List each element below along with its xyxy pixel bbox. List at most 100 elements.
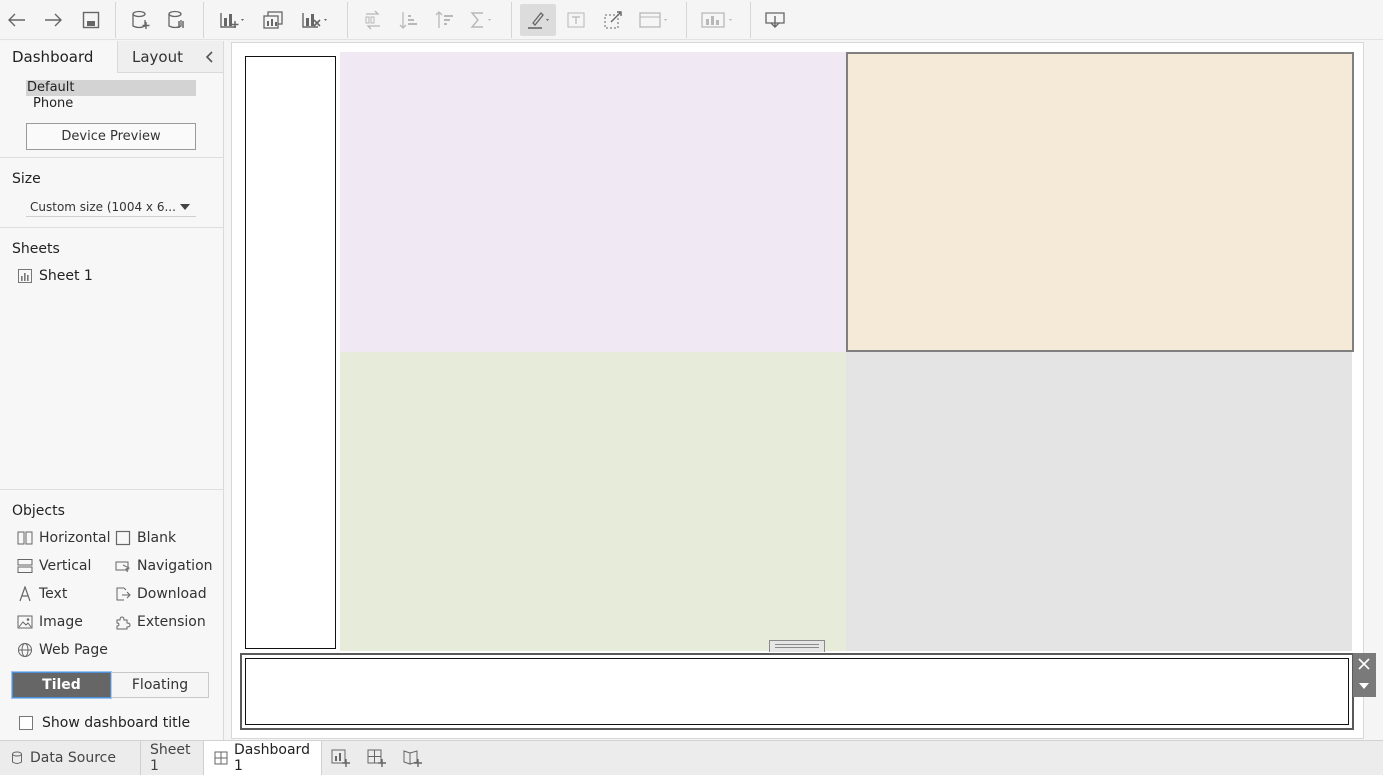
present-icon[interactable] (762, 4, 788, 36)
object-image[interactable]: Image (17, 612, 83, 632)
object-label: Text (39, 586, 68, 602)
text-icon (17, 586, 33, 602)
panel-tabs: Dashboard Layout (0, 41, 223, 73)
object-label: Image (39, 614, 83, 630)
web-page-icon (17, 642, 33, 658)
undo-icon[interactable] (4, 4, 30, 36)
object-blank[interactable]: Blank (115, 528, 176, 548)
database-icon (10, 751, 24, 765)
object-label: Blank (137, 530, 177, 546)
show-dashboard-title-label: Show dashboard title (42, 715, 191, 731)
sheets-heading: Sheets (12, 241, 60, 257)
fix-axes-icon[interactable] (600, 4, 626, 36)
collapse-panel-icon[interactable] (202, 49, 218, 65)
tab-data-source[interactable]: Data Source (0, 741, 140, 775)
extension-icon (115, 614, 131, 630)
objects-heading: Objects (12, 503, 65, 519)
tile-bottom-left[interactable] (340, 352, 846, 651)
toolbar-separator (686, 2, 687, 38)
swap-icon[interactable] (360, 4, 386, 36)
new-worksheet-tab-icon[interactable] (331, 749, 351, 767)
object-download[interactable]: Download (115, 584, 207, 604)
dashboard-panel: Dashboard Layout Default Phone Device Pr… (0, 41, 224, 740)
sort-ascending-icon[interactable] (396, 4, 422, 36)
object-label: Horizontal (39, 530, 111, 546)
new-dashboard-tab-icon[interactable] (367, 749, 387, 767)
tile-top-right[interactable] (846, 52, 1354, 352)
tiled-toggle[interactable]: Tiled (12, 672, 111, 698)
new-story-tab-icon[interactable] (403, 749, 423, 767)
horizontal-container-icon (17, 530, 33, 546)
section-divider (0, 227, 223, 228)
highlight-icon[interactable] (520, 4, 556, 36)
new-worksheet-icon[interactable] (216, 4, 248, 36)
object-extension[interactable]: Extension (115, 612, 206, 632)
object-label: Navigation (137, 558, 213, 574)
show-dashboard-title-row[interactable]: Show dashboard title (19, 714, 190, 732)
totals-icon[interactable] (468, 4, 496, 36)
object-horizontal[interactable]: Horizontal (17, 528, 110, 548)
show-dashboard-title-checkbox[interactable] (19, 716, 33, 730)
caret-down-icon (180, 204, 190, 210)
device-preview-button[interactable]: Device Preview (26, 123, 196, 150)
object-text[interactable]: Text (17, 584, 67, 604)
image-icon (17, 614, 33, 630)
labels-icon[interactable] (564, 4, 588, 36)
dashboard-icon (214, 751, 228, 765)
vertical-container-icon (17, 558, 33, 574)
floating-toggle[interactable]: Floating (111, 672, 209, 698)
blank-icon (115, 530, 131, 546)
tab-label: Data Source (30, 750, 116, 766)
redo-icon[interactable] (40, 4, 66, 36)
sort-descending-icon[interactable] (432, 4, 458, 36)
tab-label: Dashboard 1 (234, 742, 310, 774)
toolbar-separator (115, 2, 116, 38)
download-icon (115, 586, 131, 602)
toolbar-separator (511, 2, 512, 38)
size-heading: Size (12, 171, 41, 187)
object-label: Download (137, 586, 207, 602)
toolbar-separator (750, 2, 751, 38)
object-label: Web Page (39, 642, 108, 658)
container-inner-border (245, 658, 1349, 725)
pause-updates-icon[interactable] (164, 4, 190, 36)
toolbar (0, 0, 1383, 40)
close-icon[interactable] (1357, 657, 1371, 671)
device-default[interactable]: Default (26, 80, 196, 96)
drag-handle[interactable] (769, 640, 825, 652)
section-divider (0, 157, 223, 158)
selected-container[interactable] (240, 653, 1354, 730)
size-dropdown-value: Custom size (1004 x 6... (30, 200, 176, 214)
new-data-source-icon[interactable] (128, 4, 154, 36)
size-dropdown[interactable]: Custom size (1004 x 6... (26, 197, 196, 217)
sheet-item-sheet-1[interactable]: Sheet 1 (18, 267, 93, 285)
tile-bottom-right[interactable] (846, 352, 1352, 651)
tile-top-left[interactable] (340, 52, 846, 352)
sheet-item-label: Sheet 1 (39, 268, 93, 284)
tab-label: Sheet 1 (150, 742, 191, 774)
more-options-icon[interactable] (1358, 680, 1370, 690)
show-me-icon[interactable] (698, 4, 738, 36)
save-icon[interactable] (78, 4, 104, 36)
worksheet-icon (18, 269, 32, 283)
object-navigation[interactable]: Navigation (115, 556, 213, 576)
object-label: Extension (137, 614, 206, 630)
device-phone[interactable]: Phone (33, 96, 73, 112)
tab-dashboard-1[interactable]: Dashboard 1 (203, 741, 322, 775)
tab-sheet-1[interactable]: Sheet 1 (140, 741, 202, 775)
clear-icon[interactable] (298, 4, 332, 36)
grip-line (775, 647, 819, 648)
section-divider (0, 489, 223, 490)
fit-icon[interactable] (636, 4, 672, 36)
object-vertical[interactable]: Vertical (17, 556, 91, 576)
toolbar-separator (203, 2, 204, 38)
grip-line (775, 644, 819, 645)
sheet-tabs-bar: Data Source Sheet 1 Dashboard 1 (0, 740, 1383, 775)
toolbar-separator (347, 2, 348, 38)
container-controls (1353, 653, 1376, 697)
dashboard-canvas[interactable] (231, 42, 1376, 739)
blank-object-left[interactable] (245, 56, 336, 649)
tab-dashboard[interactable]: Dashboard (0, 41, 118, 73)
duplicate-icon[interactable] (260, 4, 286, 36)
object-web-page[interactable]: Web Page (17, 640, 108, 660)
